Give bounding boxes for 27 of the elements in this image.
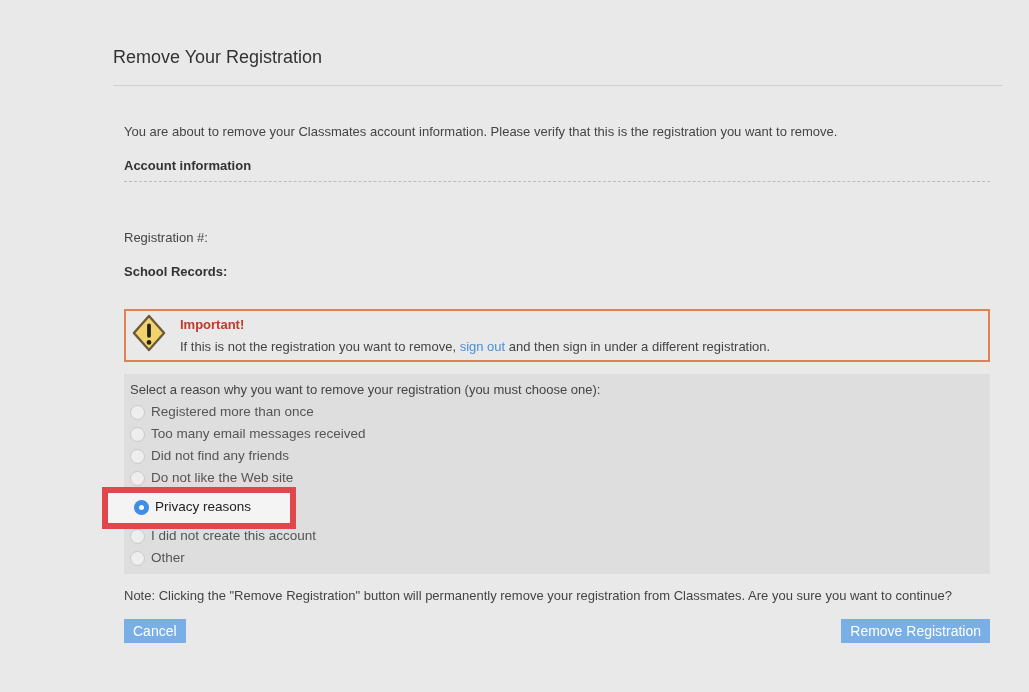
radio-button[interactable]: [130, 427, 145, 442]
radio-button[interactable]: [130, 449, 145, 464]
cancel-button[interactable]: Cancel: [124, 619, 186, 643]
notice-text: If this is not the registration you want to remove, sign out and then sign in under a different registration.: [180, 337, 771, 356]
sign-out-link[interactable]: sign out: [459, 338, 506, 354]
radio-button[interactable]: [134, 500, 149, 515]
field-label: Registration #:: [124, 229, 208, 247]
notice-title: Important!: [180, 316, 245, 334]
intro-text: You are about to remove your Classmates account information. Please verify that this is the registration you want to remove.: [124, 123, 838, 141]
option-label: I did not create this account: [151, 527, 317, 546]
option-label: Did not find any friends: [151, 447, 290, 466]
radio-button[interactable]: [130, 405, 145, 420]
radio-button[interactable]: [130, 529, 145, 544]
confirmation-note: Note: Clicking the "Remove Registration" button will permanently remove your registration from Classmates. Are you sure you want to continue?: [124, 586, 952, 605]
remove-registration-button[interactable]: Remove Registration: [841, 619, 990, 643]
page-title: Remove Your Registration: [113, 46, 323, 69]
radio-button[interactable]: [130, 551, 145, 566]
warning-icon: [132, 313, 166, 353]
option-label: Privacy reasons: [155, 498, 252, 517]
radio-button[interactable]: [130, 471, 145, 486]
option-label: Do not like the Web site: [151, 469, 294, 488]
option-label: Too many email messages received: [151, 425, 366, 444]
reasons-prompt: Select a reason why you want to remove your registration (you must choose one):: [130, 381, 601, 399]
section-heading: Account information: [124, 156, 252, 175]
field-label: School Records:: [124, 262, 228, 281]
option-label: Other: [151, 549, 185, 568]
option-label: Registered more than once: [151, 403, 314, 422]
